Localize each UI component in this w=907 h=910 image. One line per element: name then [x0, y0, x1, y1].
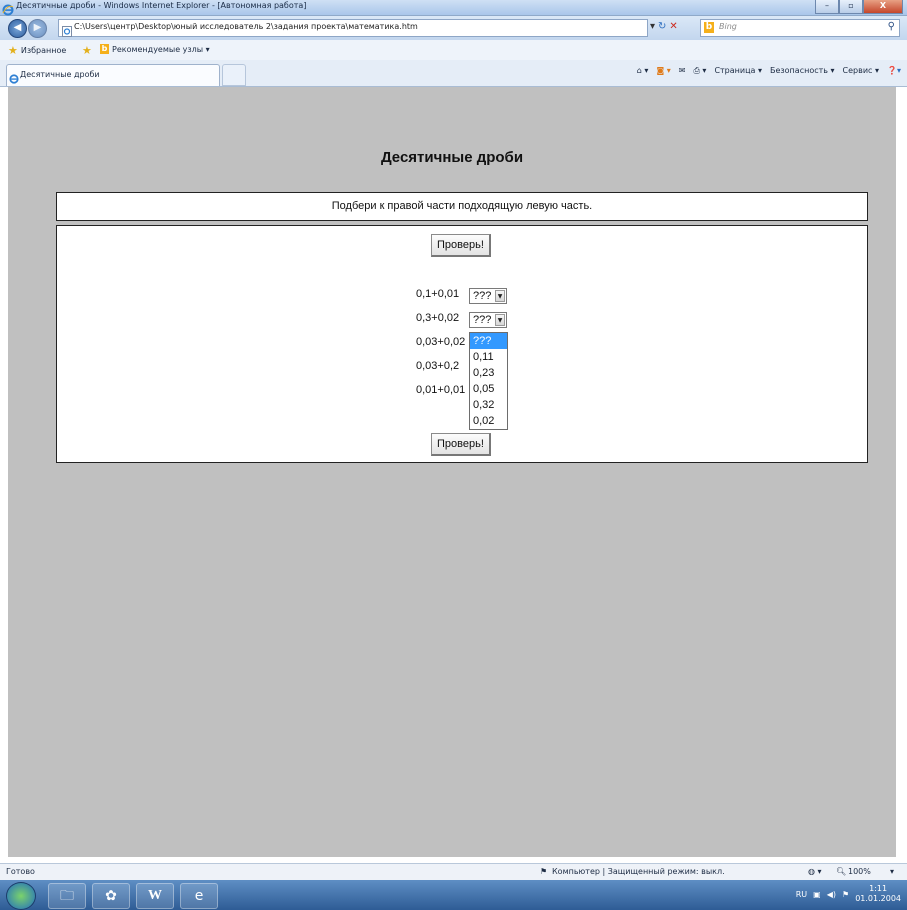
status-text: Готово: [6, 867, 35, 876]
maximize-button[interactable]: ▫: [839, 0, 863, 14]
dropdown-option[interactable]: ???: [470, 333, 507, 349]
language-indicator[interactable]: RU: [796, 890, 807, 899]
instruction-text: Подбери к правой части подходящую левую …: [331, 200, 593, 212]
page-title: Десятичные дроби: [380, 149, 524, 166]
expression-4: 0,03+0,2: [416, 360, 460, 372]
refresh-icon[interactable]: ↻: [658, 19, 666, 35]
clock-time: 1:11: [869, 884, 888, 893]
check-button-bottom[interactable]: Проверь!: [431, 433, 491, 456]
answer-select-1-value: ???: [473, 290, 492, 302]
safety-menu[interactable]: Безопасность ▾: [770, 66, 835, 76]
page-content: Десятичные дроби Подбери к правой части …: [8, 87, 896, 857]
forward-button[interactable]: ▶: [28, 19, 47, 38]
expression-5: 0,01+0,01: [416, 384, 466, 396]
word-icon[interactable]: W: [136, 883, 174, 909]
page-menu[interactable]: Страница ▾: [714, 66, 762, 76]
add-favorite-button[interactable]: ★: [82, 44, 92, 57]
address-toolbar: ◀ ▶ C:\Users\центр\Desktop\юный исследов…: [0, 16, 907, 40]
favorites-bar: ★ Избранное ★ b Рекомендуемые узлы ▾: [0, 40, 907, 61]
status-bar: Готово ⚑ Компьютер | Защищенный режим: в…: [0, 863, 907, 881]
bing-logo-icon: b: [704, 22, 714, 33]
expression-3: 0,03+0,02: [416, 336, 466, 348]
suggested-sites-label: Рекомендуемые узлы ▾: [112, 44, 210, 54]
tools-menu[interactable]: Сервис ▾: [843, 66, 879, 76]
feeds-icon[interactable]: ◙ ▾: [656, 66, 670, 76]
address-bar[interactable]: C:\Users\центр\Desktop\юный исследовател…: [58, 19, 648, 37]
tab-ie-icon: [9, 69, 19, 88]
favorites-button[interactable]: ★ Избранное: [8, 44, 66, 57]
dropdown-list[interactable]: ??? 0,11 0,23 0,05 0,32 0,02: [469, 332, 508, 430]
suggested-sites-icon: b: [100, 44, 109, 54]
zoom-level[interactable]: 100%: [848, 867, 871, 876]
search-placeholder: Bing: [719, 22, 737, 31]
tab-bar: Десятичные дроби ⌂ ▾ ◙ ▾ ✉ ⎙ ▾ Страница …: [0, 60, 907, 87]
expression-2: 0,3+0,02: [416, 312, 460, 324]
network-icon[interactable]: ▣: [813, 890, 821, 899]
help-icon[interactable]: ❓▾: [887, 66, 901, 76]
print-icon[interactable]: ⎙ ▾: [693, 66, 706, 76]
zoom-dropdown-icon[interactable]: ▾: [890, 867, 894, 876]
instruction-box: Подбери к правой части подходящую левую …: [56, 192, 868, 221]
volume-icon[interactable]: ◀): [827, 890, 836, 899]
app-icon[interactable]: ✿: [92, 883, 130, 909]
tab-label: Десятичные дроби: [20, 70, 100, 79]
window-title-bar[interactable]: Десятичные дроби - Windows Internet Expl…: [0, 0, 907, 16]
explorer-icon[interactable]: 🗀︎: [48, 883, 86, 909]
window-title: Десятичные дроби - Windows Internet Expl…: [16, 1, 307, 10]
dropdown-option[interactable]: 0,02: [470, 413, 507, 429]
security-zone: Компьютер | Защищенный режим: выкл.: [552, 867, 725, 876]
answer-select-1[interactable]: ??? ▼: [469, 288, 507, 304]
zone-icon: ⚑: [540, 867, 548, 876]
suggested-sites-button[interactable]: b Рекомендуемые узлы ▾: [100, 44, 210, 54]
dropdown-option[interactable]: 0,23: [470, 365, 507, 381]
page-icon: [62, 22, 72, 41]
chevron-down-icon[interactable]: ▼: [495, 290, 505, 302]
answer-select-2-value: ???: [473, 314, 492, 326]
new-tab-button[interactable]: [222, 64, 246, 86]
mail-icon[interactable]: ✉: [679, 66, 686, 76]
stop-icon[interactable]: ✕: [669, 19, 677, 35]
tab-current[interactable]: Десятичные дроби: [6, 64, 220, 86]
home-icon[interactable]: ⌂ ▾: [637, 66, 649, 76]
clock[interactable]: 1:11 01.01.2004: [855, 884, 901, 904]
system-tray: RU ▣ ◀) ⚑ 1:11 01.01.2004: [796, 884, 901, 904]
search-input[interactable]: b Bing ⚲: [700, 19, 900, 37]
protected-mode-icon[interactable]: ◍ ▾: [808, 867, 822, 876]
close-button[interactable]: X: [863, 0, 903, 14]
action-center-icon[interactable]: ⚑: [842, 890, 849, 899]
chevron-down-icon[interactable]: ▼: [495, 314, 505, 326]
star-icon: ★: [8, 44, 18, 57]
dropdown-option[interactable]: 0,32: [470, 397, 507, 413]
task-box: Проверь! 0,1+0,01 ??? ▼ 0,3+0,02 ??? ▼ 0…: [56, 225, 868, 463]
taskbar: 🗀︎ ✿ W e RU ▣ ◀) ⚑ 1:11 01.01.2004: [0, 880, 907, 910]
zoom-icon: 🔍︎: [836, 867, 847, 876]
search-icon[interactable]: ⚲: [888, 21, 895, 32]
dropdown-option[interactable]: 0,11: [470, 349, 507, 365]
dropdown-option[interactable]: 0,05: [470, 381, 507, 397]
start-button[interactable]: [6, 882, 36, 910]
expression-1: 0,1+0,01: [416, 288, 460, 300]
address-url: C:\Users\центр\Desktop\юный исследовател…: [74, 22, 418, 31]
internet-explorer-icon[interactable]: e: [180, 883, 218, 909]
check-button-top[interactable]: Проверь!: [431, 234, 491, 257]
favorites-label: Избранное: [20, 46, 67, 55]
dropdown-arrow-icon[interactable]: ▾: [650, 19, 655, 35]
answer-select-2[interactable]: ??? ▼: [469, 312, 507, 328]
minimize-button[interactable]: –: [815, 0, 839, 14]
clock-date: 01.01.2004: [855, 894, 901, 903]
add-star-icon: ★: [82, 44, 92, 57]
back-button[interactable]: ◀: [8, 19, 27, 38]
